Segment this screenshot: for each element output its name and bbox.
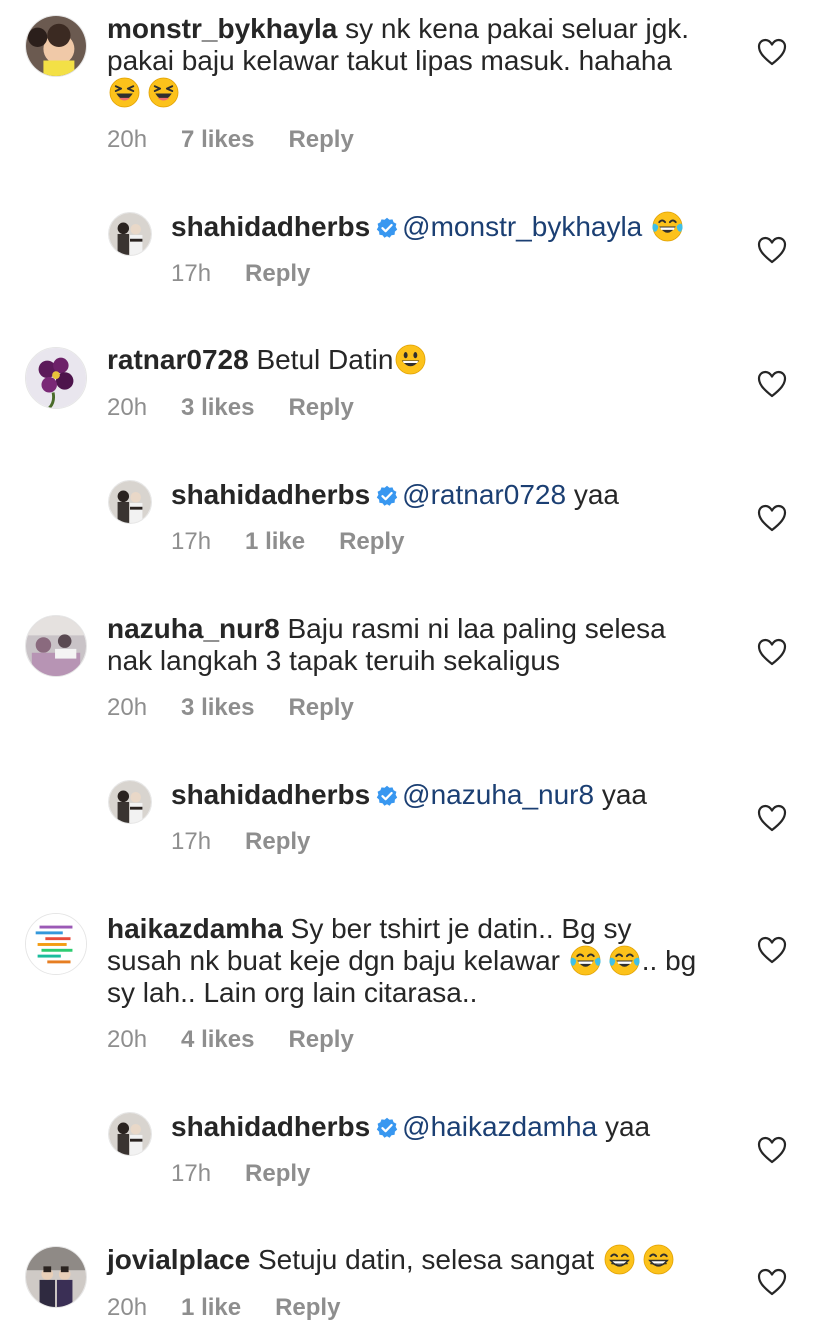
comment-time: 17h	[171, 828, 212, 855]
verified-badge-icon	[376, 217, 398, 239]
reply-button[interactable]: Reply	[288, 694, 353, 721]
comment-username[interactable]: shahidadherbs	[171, 479, 370, 510]
joy-emoji-icon	[570, 945, 601, 976]
comment-body: shahidadherbs @monstr_bykhayla	[171, 211, 731, 243]
comment-meta: 17h Reply	[171, 260, 310, 288]
reply-button[interactable]: Reply	[288, 1026, 353, 1053]
comment-body: jovialplace Setuju datin, selesa sangat	[107, 1244, 727, 1276]
comment-username[interactable]: haikazdamha	[107, 913, 283, 944]
avatar[interactable]	[108, 212, 152, 256]
reply-button[interactable]: Reply	[245, 1160, 310, 1187]
comment-time: 20h	[107, 1294, 148, 1321]
comment-username[interactable]: jovialplace	[107, 1244, 250, 1275]
comment-text-line: susah nk buat keje dgn baju kelawar	[107, 945, 560, 976]
avatar[interactable]	[108, 480, 152, 524]
reply-button[interactable]: Reply	[245, 260, 310, 287]
comment-body: shahidadherbs @haikazdamha yaa	[171, 1111, 731, 1143]
smiley-emoji-icon	[395, 344, 426, 375]
comment-username[interactable]: shahidadherbs	[171, 211, 370, 242]
comment-username[interactable]: shahidadherbs	[171, 779, 370, 810]
grin-emoji-icon	[604, 1244, 635, 1275]
heart-outline-icon[interactable]	[757, 804, 787, 832]
comment-meta: 20h 3 likes Reply	[107, 694, 354, 722]
laughing-emoji-icon	[109, 77, 140, 108]
heart-outline-icon[interactable]	[757, 370, 787, 398]
reply-button[interactable]: Reply	[245, 828, 310, 855]
heart-outline-icon[interactable]	[757, 1136, 787, 1164]
comment-time: 20h	[107, 126, 148, 153]
comment-text: yaa	[601, 779, 648, 810]
verified-badge-icon	[376, 785, 398, 807]
reply-button[interactable]: Reply	[339, 528, 404, 555]
comment-meta: 20h 3 likes Reply	[107, 394, 354, 422]
comment-meta: 20h 1 like Reply	[107, 1294, 340, 1322]
comment-body: shahidadherbs @ratnar0728 yaa	[171, 479, 731, 511]
joy-emoji-icon	[652, 211, 683, 242]
likes-count[interactable]: 1 like	[181, 1294, 241, 1321]
heart-outline-icon[interactable]	[757, 638, 787, 666]
comment-time: 20h	[107, 1026, 148, 1053]
avatar[interactable]	[25, 347, 87, 409]
mention-link[interactable]: @ratnar0728	[402, 479, 566, 510]
comment-body: nazuha_nur8 Baju rasmi ni laa paling sel…	[107, 613, 727, 677]
reply-button[interactable]: Reply	[288, 394, 353, 421]
avatar[interactable]	[108, 1112, 152, 1156]
comment-body: haikazdamha Sy ber tshirt je datin.. Bg …	[107, 913, 747, 1009]
comment-username[interactable]: shahidadherbs	[171, 1111, 370, 1142]
comment-text-line: pakai baju kelawar takut lipas masuk. ha…	[107, 45, 673, 76]
comment-time: 17h	[171, 528, 212, 555]
mention-link[interactable]: @monstr_bykhayla	[402, 211, 642, 242]
comment-body: shahidadherbs @nazuha_nur8 yaa	[171, 779, 731, 811]
heart-outline-icon[interactable]	[757, 936, 787, 964]
joy-emoji-icon	[609, 945, 640, 976]
comment-meta: 20h 4 likes Reply	[107, 1026, 354, 1054]
comment-meta: 17h Reply	[171, 828, 310, 856]
comment-text: Sy ber tshirt je datin.. Bg sy	[290, 913, 632, 944]
comment-text: sy nk kena pakai seluar jgk.	[345, 13, 690, 44]
comment-text: yaa	[573, 479, 619, 510]
reply-button[interactable]: Reply	[275, 1294, 340, 1321]
comment-body: monstr_bykhayla sy nk kena pakai seluar …	[107, 13, 727, 109]
avatar[interactable]	[25, 1246, 87, 1308]
mention-link[interactable]: @nazuha_nur8	[402, 779, 594, 810]
likes-count[interactable]: 7 likes	[181, 126, 254, 153]
heart-outline-icon[interactable]	[757, 504, 787, 532]
comment-text-line: .. bg	[641, 945, 697, 976]
comment-username[interactable]: nazuha_nur8	[107, 613, 280, 644]
verified-badge-icon	[376, 485, 398, 507]
comment-time: 17h	[171, 260, 212, 287]
comment-text: Setuju datin, selesa sangat	[257, 1244, 595, 1275]
heart-outline-icon[interactable]	[757, 1268, 787, 1296]
likes-count[interactable]: 3 likes	[181, 694, 254, 721]
comment-text: Betul Datin	[256, 344, 394, 375]
comment-username[interactable]: monstr_bykhayla	[107, 13, 337, 44]
grin-emoji-icon	[643, 1244, 674, 1275]
comment-text: Baju rasmi ni laa paling selesa	[287, 613, 666, 644]
comment-time: 20h	[107, 394, 148, 421]
comment-meta: 17h 1 like Reply	[171, 528, 404, 556]
likes-count[interactable]: 3 likes	[181, 394, 254, 421]
comment-time: 17h	[171, 1160, 212, 1187]
heart-outline-icon[interactable]	[757, 38, 787, 66]
avatar[interactable]	[25, 15, 87, 77]
heart-outline-icon[interactable]	[757, 236, 787, 264]
avatar[interactable]	[108, 780, 152, 824]
comment-meta: 20h 7 likes Reply	[107, 126, 354, 154]
likes-count[interactable]: 1 like	[245, 528, 305, 555]
avatar[interactable]	[25, 615, 87, 677]
avatar[interactable]	[25, 913, 87, 975]
comment-username[interactable]: ratnar0728	[107, 344, 249, 375]
comment-text-line: sy lah.. Lain org lain citarasa..	[107, 977, 478, 1008]
mention-link[interactable]: @haikazdamha	[402, 1111, 597, 1142]
reply-button[interactable]: Reply	[288, 126, 353, 153]
comment-text-line: nak langkah 3 tapak teruih sekaligus	[107, 645, 560, 676]
comment-time: 20h	[107, 694, 148, 721]
comment-text: yaa	[604, 1111, 651, 1142]
verified-badge-icon	[376, 1117, 398, 1139]
comment-meta: 17h Reply	[171, 1160, 310, 1188]
laughing-emoji-icon	[148, 77, 179, 108]
comment-body: ratnar0728 Betul Datin	[107, 344, 727, 376]
likes-count[interactable]: 4 likes	[181, 1026, 254, 1053]
